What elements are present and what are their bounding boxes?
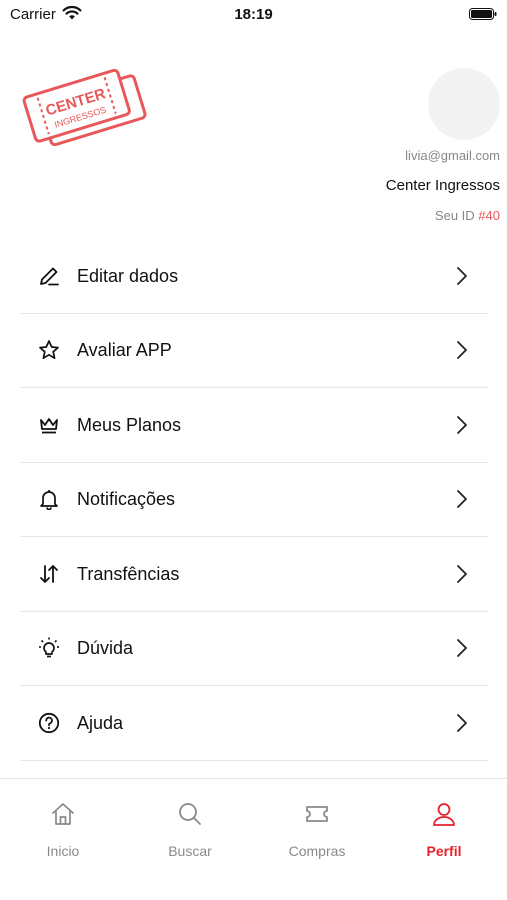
menu-item-avaliar-app[interactable]: Avaliar APP [20, 314, 488, 388]
menu-item-duvida[interactable]: Dúvida [20, 612, 488, 686]
ticket-icon [306, 806, 328, 822]
chevron-right-icon [457, 341, 467, 360]
menu-item-ajuda[interactable]: Ajuda [20, 686, 488, 761]
tab-label: Compras [288, 843, 346, 859]
menu-item-label: Meus Planos [77, 414, 182, 435]
lightbulb-icon [39, 637, 59, 658]
tab-perfil[interactable]: Perfil [381, 779, 507, 869]
edit-icon [40, 267, 59, 286]
user-email: livia@gmail.com [405, 148, 500, 163]
crown-icon [40, 417, 58, 434]
search-icon [179, 803, 201, 825]
user-name: Center Ingressos [385, 177, 500, 194]
clock: 18:19 [234, 6, 273, 23]
user-id: Seu ID #40 [435, 208, 500, 223]
tab-compras[interactable]: Compras [254, 779, 380, 869]
bell-icon [40, 490, 58, 511]
menu-item-label: Transfências [77, 563, 180, 584]
chevron-right-icon [457, 639, 467, 658]
transfer-icon [40, 564, 58, 583]
chevron-right-icon [457, 564, 467, 583]
user-id-value: #40 [478, 208, 500, 223]
tab-label: Buscar [168, 843, 212, 859]
menu-item-label: Editar dados [77, 265, 179, 286]
user-id-label: Seu ID [434, 208, 475, 223]
chevron-right-icon [457, 415, 467, 434]
tab-buscar[interactable]: Buscar [127, 779, 253, 869]
menu-item-notificacoes[interactable]: Notificações [20, 463, 488, 537]
star-icon [39, 340, 59, 360]
status-bar: Carrier 18:19 [0, 0, 507, 30]
menu-item-label: Notificações [77, 489, 176, 510]
chevron-right-icon [457, 490, 467, 509]
help-icon [38, 712, 60, 733]
menu-item-meus-planos[interactable]: Meus Planos [20, 388, 488, 463]
battery-icon [469, 8, 497, 20]
center-ingressos-logo: CENTER INGRESSOS [22, 68, 147, 147]
chevron-right-icon [457, 266, 467, 285]
menu-item-editar-dados[interactable]: Editar dados [20, 239, 488, 314]
menu-item-transferencias[interactable]: Transfências [20, 537, 488, 612]
chevron-right-icon [457, 713, 467, 732]
menu-item-label: Ajuda [77, 712, 124, 733]
profile-menu: Editar dados Avaliar APP Meus Planos Not… [20, 239, 488, 761]
tab-bar: Inicio Buscar Compras Perfil [0, 778, 507, 900]
profile-screen: Carrier 18:19 CENTER INGRESSOS livia@gma… [0, 0, 507, 900]
menu-item-label: Avaliar APP [77, 340, 172, 361]
tab-inicio[interactable]: Inicio [0, 779, 126, 869]
menu-item-label: Dúvida [77, 638, 134, 659]
tab-label: Inicio [46, 843, 80, 859]
tab-label: Perfil [426, 843, 462, 859]
home-icon [52, 803, 74, 825]
avatar[interactable] [428, 68, 500, 140]
user-icon [433, 803, 455, 826]
